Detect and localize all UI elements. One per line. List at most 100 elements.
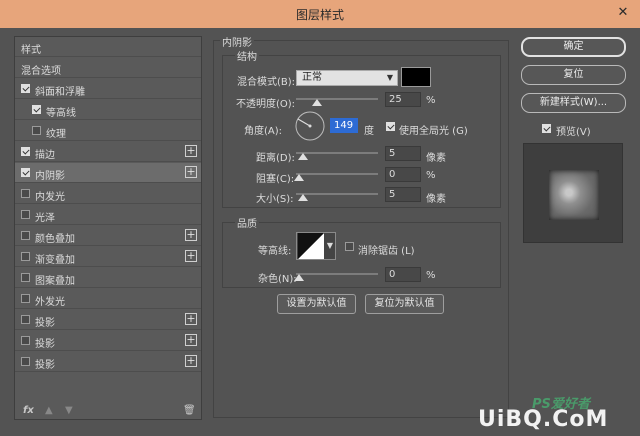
ok-button[interactable]: 确定	[521, 37, 626, 57]
style-item[interactable]: 等高线	[15, 100, 201, 120]
style-item-checkbox[interactable]	[21, 252, 30, 261]
style-item[interactable]: 颜色叠加 +	[15, 226, 201, 246]
noise-label: 杂色(N):	[258, 274, 297, 285]
distance-slider-track[interactable]	[296, 152, 378, 154]
add-effect-icon[interactable]: +	[185, 334, 197, 346]
choke-label: 阻塞(C):	[256, 174, 295, 185]
size-unit: 像素	[426, 194, 446, 205]
choke-slider-track[interactable]	[296, 173, 378, 175]
style-item[interactable]: 混合选项	[15, 58, 201, 78]
style-item[interactable]: 斜面和浮雕	[15, 79, 201, 99]
watermark-site: UiBQ.CoM	[478, 407, 609, 432]
style-item[interactable]: 样式	[15, 37, 201, 57]
opacity-slider-track[interactable]	[296, 98, 378, 100]
angle-input[interactable]: 149	[330, 118, 358, 133]
style-item[interactable]: 投影 +	[15, 310, 201, 330]
style-item-checkbox[interactable]	[32, 126, 41, 135]
style-item[interactable]: 光泽	[15, 205, 201, 225]
style-item[interactable]: 纹理	[15, 121, 201, 141]
add-effect-icon[interactable]: +	[185, 355, 197, 367]
move-up-icon[interactable]: ▲	[45, 405, 53, 416]
noise-slider-track[interactable]	[296, 273, 378, 275]
add-effect-icon[interactable]: +	[185, 229, 197, 241]
styles-footer: fx ▲ ▼ 🗑	[21, 405, 197, 419]
size-slider-track[interactable]	[296, 193, 378, 195]
noise-input[interactable]: 0	[385, 267, 421, 282]
fx-icon[interactable]: fx	[23, 405, 34, 416]
distance-unit: 像素	[426, 153, 446, 164]
opacity-input[interactable]: 25	[385, 92, 421, 107]
style-item-label: 样式	[21, 45, 41, 56]
size-slider-handle[interactable]	[298, 194, 308, 201]
style-item-label: 等高线	[46, 108, 76, 119]
style-item-label: 混合选项	[21, 66, 61, 77]
style-item[interactable]: 图案叠加	[15, 268, 201, 288]
blend-mode-label: 混合模式(B):	[237, 77, 296, 88]
watermark: PS爱好者 UiBQ.CoM	[478, 393, 638, 433]
choke-input[interactable]: 0	[385, 167, 421, 182]
new-style-button[interactable]: 新建样式(W)...	[521, 93, 626, 113]
antialias-checkbox[interactable]	[345, 242, 354, 251]
style-item-checkbox[interactable]	[21, 231, 30, 240]
style-item-checkbox[interactable]	[21, 84, 30, 93]
contour-label: 等高线:	[258, 246, 292, 257]
style-item-label: 渐变叠加	[35, 255, 75, 266]
style-item-label: 投影	[35, 339, 55, 350]
choke-slider-handle[interactable]	[294, 174, 304, 181]
style-item-checkbox[interactable]	[32, 105, 41, 114]
close-icon[interactable]: ✕	[614, 5, 632, 21]
blend-mode-select[interactable]: 正常 ▼	[296, 70, 398, 86]
style-item-label: 光泽	[35, 213, 55, 224]
choke-unit: %	[426, 170, 436, 181]
style-item-checkbox[interactable]	[21, 147, 30, 156]
chevron-down-icon: ▼	[326, 241, 333, 250]
global-light-label: 使用全局光 (G)	[399, 126, 468, 137]
angle-unit: 度	[364, 126, 374, 137]
contour-picker[interactable]: ▼	[296, 232, 336, 260]
style-item[interactable]: 投影 +	[15, 352, 201, 372]
set-default-button[interactable]: 设置为默认值	[277, 294, 356, 314]
style-item-label: 纹理	[46, 129, 66, 140]
structure-title: 结构	[235, 48, 259, 63]
move-down-icon[interactable]: ▼	[65, 405, 73, 416]
style-item-checkbox[interactable]	[21, 210, 30, 219]
size-input[interactable]: 5	[385, 187, 421, 202]
style-item-checkbox[interactable]	[21, 315, 30, 324]
angle-dial[interactable]	[294, 110, 326, 142]
style-item-label: 内阴影	[35, 171, 65, 182]
style-item[interactable]: 描边 +	[15, 142, 201, 162]
add-effect-icon[interactable]: +	[185, 166, 197, 178]
blend-mode-value: 正常	[302, 72, 322, 83]
shadow-color-swatch[interactable]	[401, 67, 431, 87]
style-item[interactable]: 内发光	[15, 184, 201, 204]
style-item[interactable]: 渐变叠加 +	[15, 247, 201, 267]
style-item-label: 图案叠加	[35, 276, 75, 287]
opacity-slider-handle[interactable]	[311, 99, 322, 106]
style-item-label: 投影	[35, 360, 55, 371]
global-light-checkbox[interactable]	[386, 122, 395, 131]
style-item-checkbox[interactable]	[21, 357, 30, 366]
chevron-down-icon: ▼	[386, 73, 393, 82]
style-item-label: 颜色叠加	[35, 234, 75, 245]
antialias-label: 消除锯齿 (L)	[358, 246, 415, 257]
add-effect-icon[interactable]: +	[185, 313, 197, 325]
trash-icon[interactable]: 🗑	[183, 405, 196, 416]
distance-input[interactable]: 5	[385, 146, 421, 161]
distance-slider-handle[interactable]	[298, 153, 308, 160]
reset-default-button[interactable]: 复位为默认值	[365, 294, 444, 314]
style-item-checkbox[interactable]	[21, 189, 30, 198]
noise-slider-handle[interactable]	[294, 274, 304, 281]
add-effect-icon[interactable]: +	[185, 145, 197, 157]
style-item-checkbox[interactable]	[21, 273, 30, 282]
style-item[interactable]: 内阴影 +	[15, 163, 201, 183]
style-item-checkbox[interactable]	[21, 294, 30, 303]
preview-checkbox[interactable]	[542, 124, 551, 133]
reset-button[interactable]: 复位	[521, 65, 626, 85]
style-item-checkbox[interactable]	[21, 168, 30, 177]
style-item-label: 外发光	[35, 297, 65, 308]
style-item-checkbox[interactable]	[21, 336, 30, 345]
title-bar: 图层样式 ✕	[0, 0, 640, 28]
style-item[interactable]: 投影 +	[15, 331, 201, 351]
style-item[interactable]: 外发光	[15, 289, 201, 309]
add-effect-icon[interactable]: +	[185, 250, 197, 262]
